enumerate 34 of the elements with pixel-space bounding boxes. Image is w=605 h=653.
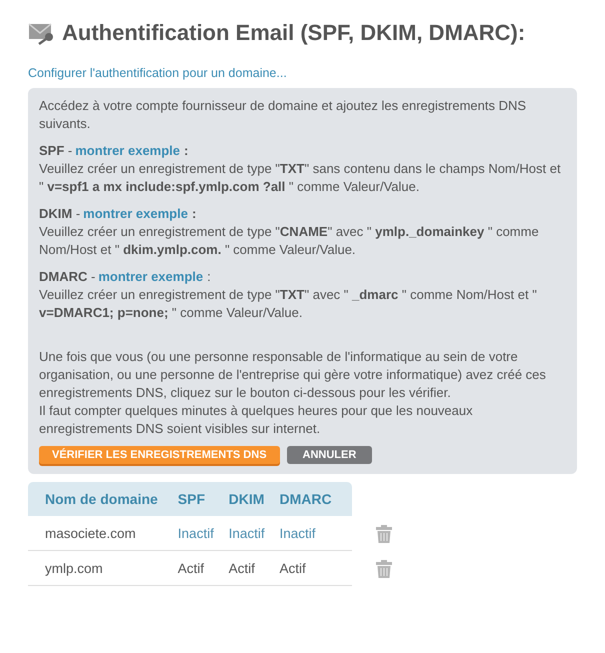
record-colon: : [184,142,188,160]
trash-icon[interactable] [376,524,392,542]
cancel-button[interactable]: ANNULER [286,446,372,464]
record-label: DKIM - [39,205,80,223]
show-example-link[interactable]: montrer exemple [83,205,188,223]
show-example-link[interactable]: montrer exemple [98,268,204,286]
record-label: SPF - [39,142,72,160]
record-instructions: Veuillez créer un enregistrement de type "TXT" avec " _dmarc " comme Nom/Host et " v=DMARC1; p=none; " comme Valeur/Value. [39,286,538,322]
table-cell: ymlp.com [28,550,172,586]
status-cell: Inactif [222,516,274,550]
trash-icon[interactable] [376,560,392,578]
status-cell: Actif [222,550,274,586]
record-label: DMARC - [39,268,96,286]
status-cell: Inactif [172,516,223,550]
status-cell: Actif [274,550,352,586]
info-text: Il faut compter quelques minutes à quelques heures pour que les nouveaux enregistrements DNS soient visibles sur internet. [39,402,474,438]
verify-button[interactable]: VÉRIFIER LES ENREGISTREMENTS DNS [39,446,280,464]
record-instructions: Veuillez créer un enregistrement de type "TXT" sans contenu dans le champs Nom/Host et " v=spf1 a mx include:spf.ymlp.com ?all " comme Valeur/Value. [39,160,562,196]
show-example-link[interactable]: montrer exemple [75,142,180,160]
envelope-key-icon [28,21,56,45]
status-cell: Actif [172,550,223,586]
record-colon: : [207,268,211,286]
record-instructions: Veuillez créer un enregistrement de type "CNAME" avec " ymlp._domainkey " comme Nom/Host et " dkim.ymlp.com. " comme Valeur/Value. [39,223,540,259]
table-cell: masociete.com [28,516,172,550]
status-cell: Inactif [274,516,352,550]
column-header: Nom de domaine [28,482,172,516]
column-header: SPF [172,482,223,516]
intro-text: Accédez à votre compte fournisseur de domaine et ajoutez les enregistrements DNS suivants. [39,97,528,133]
record-colon: : [192,205,196,223]
column-header: DKIM [222,482,274,516]
page-title: Authentification Email (SPF, DKIM, DMARC): [62,20,526,46]
info-text: Une fois que vous (ou une personne responsable de l'informatique au sein de votre organisation, ou une personne de l'entreprise qui gère votre informatique) avez créé ces enregistrements DNS, cliquez sur le bouton ci-dessous pour les vérifier. [39,348,547,402]
configure-link[interactable]: Configurer l'authentification pour un domaine... [28,66,287,80]
column-header: DMARC [274,482,352,516]
